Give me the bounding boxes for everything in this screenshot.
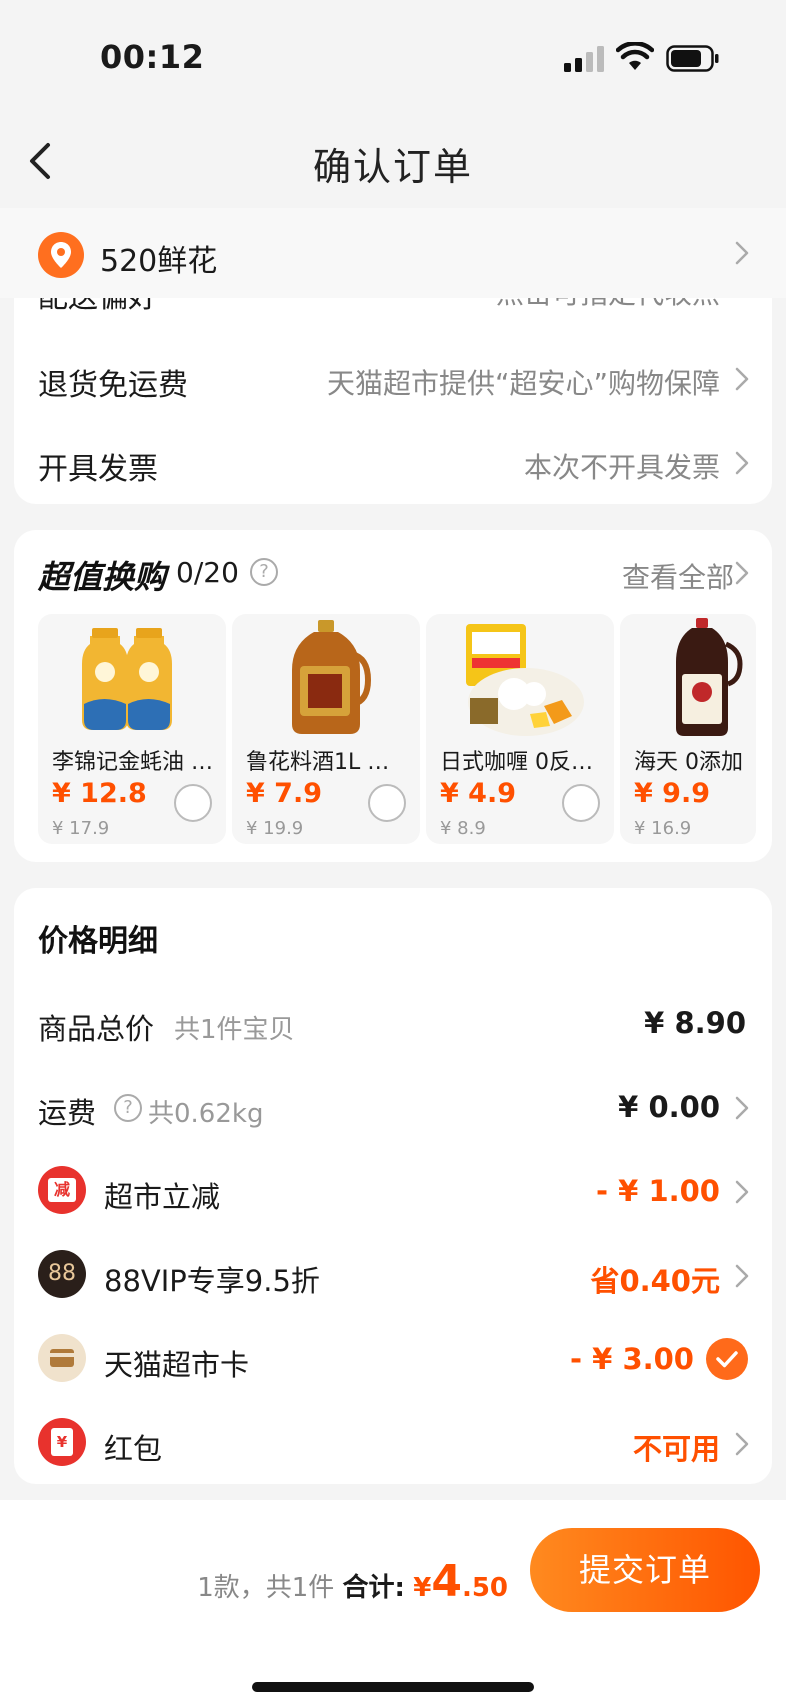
total-dec: .50 [461,1573,508,1603]
vip-value: 省0.40元 [590,1264,720,1298]
item-count: 1款，共1件 [197,1573,335,1603]
shipping-value: ¥ 0.00 [618,1090,720,1124]
product-name: 李锦记金蚝油 … [52,750,213,775]
product-price: ¥ 9.9 [634,778,711,809]
total-sub: 共1件宝贝 [174,1015,295,1045]
chevron-right-icon[interactable] [734,366,750,392]
wifi-icon [616,42,654,70]
select-radio[interactable] [562,784,600,822]
invoice-value[interactable]: 本次不开具发票 [524,446,720,486]
product-original-price: ¥ 16.9 [634,818,692,839]
total-int: 4 [431,1556,462,1607]
discount-icon: 减 [38,1166,86,1214]
help-icon[interactable]: ? [114,1094,142,1122]
address-text[interactable]: 520鲜花 [100,236,217,280]
product-card[interactable]: 海天 0添加 ¥ 9.9 ¥ 16.9 [620,614,756,844]
redpacket-label: 红包 [104,1432,163,1466]
signal-icon [564,46,604,72]
redpacket-value: 不可用 [632,1432,720,1466]
price-detail-title: 价格明细 [38,924,158,959]
product-name: 日式咖喱 0反… [440,750,593,775]
total-value: ¥ 8.90 [644,1006,746,1040]
chevron-right-icon[interactable] [734,1263,750,1289]
discount-value: - ¥ 1.00 [596,1174,720,1208]
total-label: 合计: [342,1573,405,1603]
chevron-right-icon[interactable] [734,1179,750,1205]
invoice-label: 开具发票 [38,452,158,487]
card-value: - ¥ 3.00 [570,1342,694,1376]
chevron-right-icon[interactable] [734,1431,750,1457]
home-indicator [252,1682,534,1692]
chevron-right-icon[interactable] [734,1095,750,1121]
location-pin-icon [38,232,84,278]
battery-icon [666,45,719,72]
view-all-link[interactable]: 查看全部 [622,556,734,596]
product-price: ¥ 7.9 [246,778,323,809]
product-image [82,628,172,730]
status-time: 00:12 [100,38,205,76]
shipping-label: 运费 [38,1096,97,1130]
select-radio[interactable] [368,784,406,822]
submit-order-button[interactable]: 提交订单 [530,1528,760,1612]
total-label: 商品总价 [38,1012,155,1046]
page-title: 确认订单 [312,145,473,189]
product-name: 海天 0添加 [634,750,743,775]
return-label: 退货免运费 [38,368,188,403]
vip-88-icon: 88 [38,1250,86,1298]
chevron-right-icon[interactable] [734,560,750,586]
vip-label: 88VIP专享9.5折 [104,1264,320,1298]
chevron-right-icon[interactable] [734,450,750,476]
product-original-price: ¥ 19.9 [246,818,304,839]
shipping-sub: 共0.62kg [148,1099,264,1129]
check-icon[interactable] [706,1338,748,1380]
product-card[interactable]: 鲁花料酒1L … ¥ 7.9 ¥ 19.9 [232,614,420,844]
product-price: ¥ 12.8 [52,778,147,809]
discount-label: 超市立减 [104,1180,221,1214]
select-radio[interactable] [174,784,212,822]
product-card[interactable]: 李锦记金蚝油 … ¥ 12.8 ¥ 17.9 [38,614,226,844]
product-price: ¥ 4.9 [440,778,517,809]
product-original-price: ¥ 8.9 [440,818,486,839]
return-value[interactable]: 天猫超市提供“超安心”购物保障 [327,362,720,402]
card-label: 天猫超市卡 [104,1348,250,1382]
card-icon [38,1334,86,1382]
product-image [466,624,584,736]
product-original-price: ¥ 17.9 [52,818,110,839]
red-packet-icon: ¥ [38,1418,86,1466]
help-icon[interactable]: ? [250,558,278,586]
product-image [292,620,372,734]
chevron-right-icon[interactable] [734,240,750,266]
currency-symbol: ¥ [413,1573,432,1603]
product-name: 鲁花料酒1L … [246,750,390,775]
swap-title: 超值换购 [38,558,167,596]
swap-count: 0/20 [176,556,239,589]
product-image [676,618,743,736]
order-summary: 1款，共1件 合计: ¥4.50 [197,1556,508,1607]
product-card[interactable]: 日式咖喱 0反… ¥ 4.9 ¥ 8.9 [426,614,614,844]
